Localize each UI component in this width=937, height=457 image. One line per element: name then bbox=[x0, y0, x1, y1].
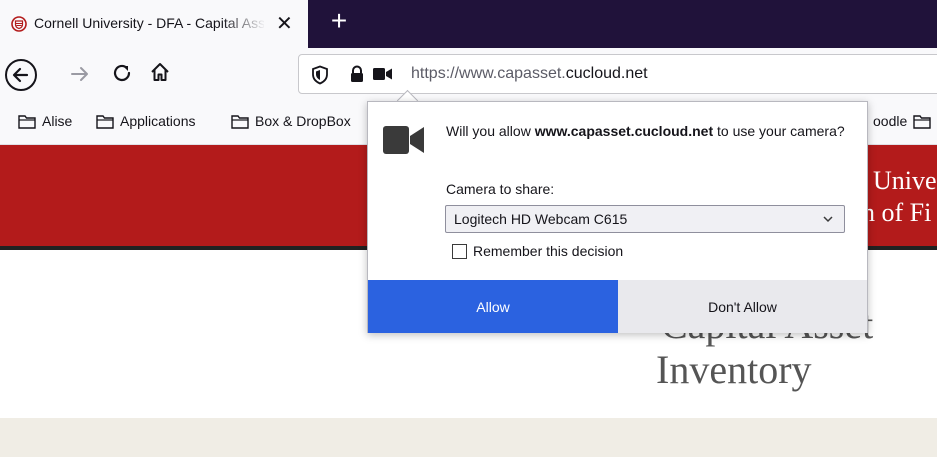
tab-title-fade bbox=[222, 8, 266, 38]
remember-label[interactable]: Remember this decision bbox=[473, 243, 623, 259]
bookmark-folder-moodle[interactable]: oodle bbox=[873, 113, 931, 129]
folder-icon bbox=[231, 114, 249, 129]
lock-icon[interactable] bbox=[348, 65, 366, 83]
bookmark-folder-box-dropbox[interactable]: Box & DropBox bbox=[231, 113, 351, 129]
permission-message: Will you allow www.capasset.cucloud.net … bbox=[446, 121, 846, 141]
camera-permission-icon[interactable] bbox=[373, 67, 393, 81]
bookmark-folder-applications[interactable]: Applications bbox=[96, 113, 196, 129]
chevron-down-icon bbox=[823, 216, 833, 223]
url-domain: cucloud.net bbox=[565, 65, 648, 82]
bookmark-label: oodle bbox=[873, 113, 908, 129]
message-domain: www.capasset.cucloud.net bbox=[534, 123, 714, 139]
camera-select[interactable]: Logitech HD Webcam C615 bbox=[445, 205, 845, 233]
allow-button[interactable]: Allow bbox=[368, 280, 618, 333]
remember-checkbox[interactable] bbox=[452, 244, 467, 259]
site-header-title-line-2[interactable]: n of Fi bbox=[862, 198, 931, 228]
url-bar[interactable]: https://www.capasset.cucloud.net bbox=[298, 54, 937, 94]
content-band bbox=[0, 418, 937, 457]
message-prefix: Will you allow bbox=[446, 123, 535, 139]
nav-toolbar: https://www.capasset.cucloud.net bbox=[0, 48, 937, 100]
home-button[interactable] bbox=[148, 60, 172, 84]
forward-button[interactable] bbox=[67, 61, 93, 87]
folder-icon bbox=[913, 114, 931, 129]
tab-strip: Cornell University - DFA - Capital Asset… bbox=[0, 0, 937, 48]
new-tab-button[interactable]: + bbox=[321, 4, 357, 40]
folder-icon bbox=[96, 114, 114, 129]
cornell-shield-icon bbox=[11, 16, 27, 32]
tracking-shield-icon[interactable] bbox=[311, 65, 329, 85]
page-title-line-2: Inventory bbox=[656, 347, 812, 392]
url-prefix: https://www.capasset. bbox=[411, 65, 566, 82]
arrow-left-icon bbox=[12, 67, 29, 83]
bookmark-folder-alise[interactable]: Alise bbox=[18, 113, 72, 129]
reload-button[interactable] bbox=[110, 61, 134, 85]
url-text[interactable]: https://www.capasset.cucloud.net bbox=[411, 65, 648, 83]
camera-select-value: Logitech HD Webcam C615 bbox=[454, 211, 628, 227]
camera-icon bbox=[383, 126, 424, 154]
bookmark-label: Applications bbox=[120, 113, 196, 129]
camera-select-label: Camera to share: bbox=[446, 181, 555, 197]
back-button[interactable] bbox=[5, 59, 37, 91]
folder-icon bbox=[18, 114, 36, 129]
message-suffix: to use your camera? bbox=[713, 123, 845, 139]
bookmark-label: Box & DropBox bbox=[255, 113, 351, 129]
site-header-title-line-1[interactable]: Unive bbox=[873, 166, 937, 196]
bookmark-label: Alise bbox=[42, 113, 73, 129]
tab-cornell[interactable]: Cornell University - DFA - Capital Asset… bbox=[0, 0, 308, 48]
dont-allow-button[interactable]: Don't Allow bbox=[618, 280, 867, 333]
camera-permission-popup: Will you allow www.capasset.cucloud.net … bbox=[367, 101, 868, 333]
tab-close-button[interactable]: ✕ bbox=[276, 14, 293, 34]
